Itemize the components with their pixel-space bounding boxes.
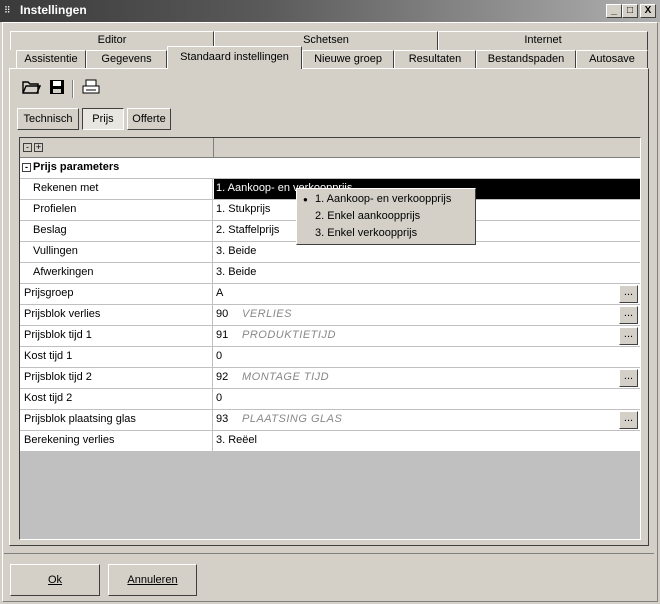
print-icon[interactable] [80,78,102,100]
property-label: Beslag [20,221,213,241]
property-value[interactable]: 0 [214,389,640,409]
title-bar: ⠿ Instellingen _ □ X [0,0,660,22]
tab-standaard-instellingen[interactable]: Standaard instellingen [167,46,302,69]
property-label: Prijsgroep [20,284,213,304]
grid-row[interactable]: Kost tijd 10 [20,347,640,368]
grid-header: - + [20,138,640,158]
property-label: Kost tijd 2 [20,389,213,409]
value-text: 0 [216,392,223,404]
tab-resultaten[interactable]: Resultaten [394,50,476,69]
grid-empty-area [20,453,640,539]
collapse-all-icon[interactable]: - [23,143,32,152]
grid-row[interactable]: Berekening verlies 3. Reëel [20,431,640,452]
tab-nieuwe-groep[interactable]: Nieuwe groep [302,50,394,69]
expand-all-icon[interactable]: + [34,143,43,152]
property-value[interactable]: 91 PRODUKTIETIJD... [214,326,640,346]
maximize-button[interactable]: □ [622,4,638,18]
property-value[interactable]: 3. Beide [214,263,640,283]
grid-section-row[interactable]: - Prijs parameters [20,158,640,179]
window-title: Instellingen [20,3,87,17]
property-value[interactable]: 3. Beide [214,242,640,262]
tab-assistentie[interactable]: Assistentie [16,50,86,69]
grid-row[interactable]: Prijsgroep A... [20,284,640,305]
property-value[interactable]: 90 VERLIES... [214,305,640,325]
value-text: 3. Reëel [216,434,257,446]
cancel-button[interactable]: Annuleren [108,564,197,596]
value-text: 0 [216,350,223,362]
property-value[interactable]: 3. Reëel [214,431,640,451]
selected-bullet-icon: ● [303,195,308,204]
ellipsis-button[interactable]: ... [619,285,638,303]
value-number: 93 [216,413,229,425]
property-label: Vullingen [20,242,213,262]
property-label: Prijsblok plaatsing glas [20,410,213,430]
folder-open-icon[interactable] [20,78,42,100]
bottom-divider [4,553,654,554]
dropdown-option[interactable]: 3. Enkel verkoopprijs [303,227,417,239]
value-description: MONTAGE TIJD [242,371,330,383]
grid-row[interactable]: Prijsblok verlies 90 VERLIES... [20,305,640,326]
grid-row[interactable]: Vullingen 3. Beide [20,242,640,263]
property-label: Profielen [20,200,213,220]
dropdown-option[interactable]: 2. Enkel aankoopprijs [303,210,420,222]
tab-bestandspaden[interactable]: Bestandspaden [476,50,576,69]
property-label: Kost tijd 1 [20,347,213,367]
grid-row[interactable]: Prijsblok tijd 2 92 MONTAGE TIJD... [20,368,640,389]
save-icon[interactable] [46,78,68,100]
value-text: 2. Staffelprijs [216,224,280,236]
close-button[interactable]: X [640,4,656,18]
section-collapse-icon[interactable]: - [22,162,31,172]
toolbar-separator [72,80,74,98]
property-label: Berekening verlies [20,431,213,451]
app-icon: ⠿ [4,5,11,15]
value-number: 90 [216,308,229,320]
property-value[interactable]: 93 PLAATSING GLAS... [214,410,640,430]
property-label: Prijsblok tijd 1 [20,326,213,346]
tab-autosave[interactable]: Autosave [576,50,648,69]
section-label: - Prijs parameters [20,158,320,178]
value-text: 3. Beide [216,245,257,257]
grid-row[interactable]: Prijsblok plaatsing glas 93 PLAATSING GLAS… [20,410,640,431]
ellipsis-button[interactable]: ... [619,306,638,324]
property-value[interactable]: 0 [214,347,640,367]
value-text: 3. Beide [216,266,257,278]
property-label: Rekenen met [20,179,213,199]
property-label: Afwerkingen [20,263,213,283]
ellipsis-button[interactable]: ... [619,369,638,387]
value-number: 91 [216,329,229,341]
property-label: Prijsblok tijd 2 [20,368,213,388]
value-text: 1. Stukprijs [216,203,271,215]
value-description: PLAATSING GLAS [242,413,343,425]
ellipsis-button[interactable]: ... [619,327,638,345]
property-value[interactable]: 92 MONTAGE TIJD... [214,368,640,388]
subtab-technisch[interactable]: Technisch [17,108,79,130]
tab-internet[interactable]: Internet [438,31,648,50]
dropdown-option[interactable]: ● 1. Aankoop- en verkoopprijs [303,193,451,205]
ellipsis-button[interactable]: ... [619,411,638,429]
ok-button[interactable]: Ok [10,564,100,596]
value-description: VERLIES [242,308,292,320]
subtab-offerte[interactable]: Offerte [127,108,171,130]
value-dropdown: ● 1. Aankoop- en verkoopprijs 2. Enkel aa… [296,188,476,245]
property-value[interactable]: A... [214,284,640,304]
grid-row[interactable]: Afwerkingen 3. Beide [20,263,640,284]
grid-row[interactable]: Kost tijd 20 [20,389,640,410]
value-description: PRODUKTIETIJD [242,329,336,341]
value-number: 92 [216,371,229,383]
minimize-button[interactable]: _ [606,4,622,18]
grid-row[interactable]: Prijsblok tijd 1 91 PRODUKTIETIJD... [20,326,640,347]
subtab-prijs[interactable]: Prijs [82,108,124,130]
value-text: A [216,287,224,299]
tab-gegevens[interactable]: Gegevens [86,50,167,69]
property-label: Prijsblok verlies [20,305,213,325]
